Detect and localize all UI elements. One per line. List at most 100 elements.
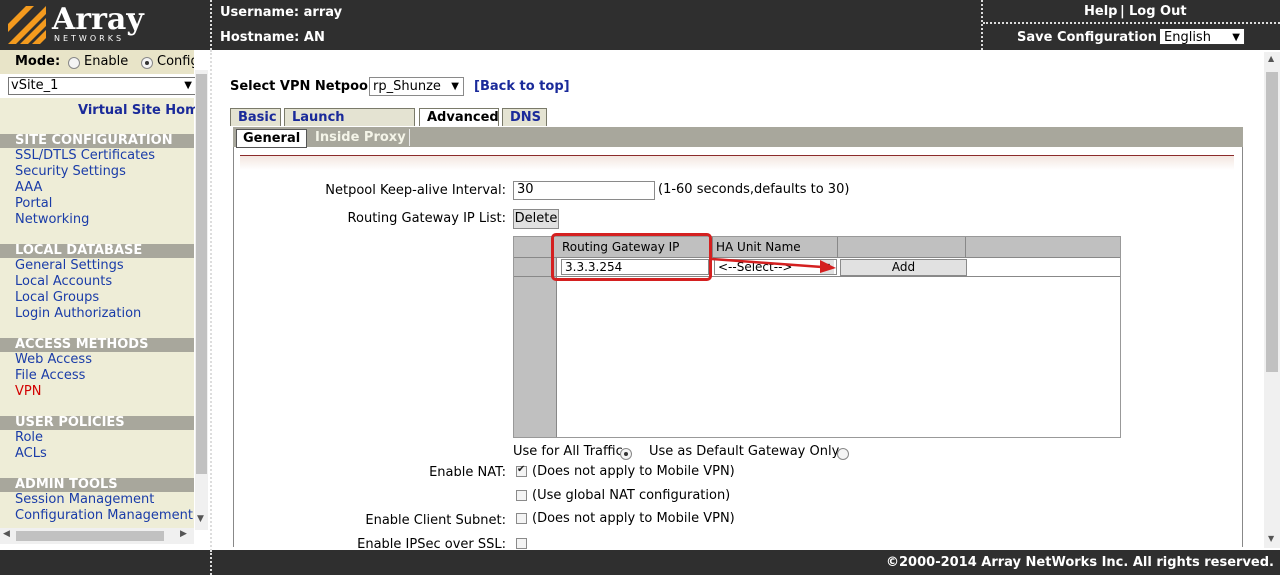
divider-gradient bbox=[240, 156, 1234, 170]
help-link[interactable]: Help bbox=[1084, 4, 1117, 19]
tab-advanced[interactable]: Advanced bbox=[419, 108, 499, 126]
gateway-list-label: Routing Gateway IP List: bbox=[347, 211, 506, 226]
divider bbox=[210, 550, 212, 575]
netpool-select[interactable]: rp_Shunze ▼ bbox=[369, 77, 464, 96]
client-subnet-note: (Does not apply to Mobile VPN) bbox=[532, 511, 735, 526]
menu-web-access[interactable]: Web Access bbox=[15, 352, 92, 368]
subtab-inside-proxy[interactable]: Inside Proxy bbox=[309, 129, 412, 146]
mode-enable-radio[interactable] bbox=[68, 55, 80, 70]
scroll-right-icon[interactable]: ▶ bbox=[180, 529, 187, 539]
use-default-gateway-radio[interactable] bbox=[837, 446, 849, 461]
menu-general-settings[interactable]: General Settings bbox=[15, 258, 124, 274]
array-logo-icon bbox=[8, 6, 46, 44]
language-value: English bbox=[1164, 30, 1211, 45]
dropdown-arrow-icon: ▼ bbox=[184, 80, 192, 91]
menu-local-accounts[interactable]: Local Accounts bbox=[15, 274, 112, 290]
client-subnet-label: Enable Client Subnet: bbox=[365, 513, 506, 528]
sidebar-horizontal-scrollbar[interactable]: ◀ ▶ bbox=[0, 528, 194, 544]
mode-label: Mode: bbox=[15, 54, 61, 69]
section-user-policies: USER POLICIES bbox=[0, 416, 194, 430]
section-site-configuration: SITE CONFIGURATION bbox=[0, 134, 194, 148]
main-vertical-scrollbar[interactable]: ▲ ▼ bbox=[1264, 52, 1280, 548]
menu-session-management[interactable]: Session Management bbox=[15, 492, 154, 508]
menu-login-authorization[interactable]: Login Authorization bbox=[15, 306, 141, 322]
grid-col-ha-label: HA Unit Name bbox=[716, 240, 801, 254]
subtab-general[interactable]: General bbox=[236, 129, 308, 148]
menu-ssl-certificates[interactable]: SSL/DTLS Certificates bbox=[15, 148, 155, 164]
grid-row-selector[interactable] bbox=[514, 258, 556, 277]
menu-local-groups[interactable]: Local Groups bbox=[15, 290, 99, 306]
netpool-label: Select VPN Netpool: bbox=[230, 79, 378, 94]
sidebar-vertical-scrollbar[interactable] bbox=[195, 70, 208, 530]
divider bbox=[210, 0, 212, 50]
scroll-thumb[interactable] bbox=[1266, 72, 1278, 372]
radio-icon bbox=[837, 447, 849, 460]
tab-basic[interactable]: Basic bbox=[230, 108, 281, 126]
client-subnet-checkbox[interactable] bbox=[516, 513, 527, 524]
scroll-up-icon[interactable]: ▲ bbox=[1268, 54, 1274, 63]
username-label: Username: array bbox=[220, 5, 343, 20]
tab-launch-command[interactable]: Launch Command bbox=[284, 108, 415, 143]
annotation-arrow-icon bbox=[711, 257, 836, 273]
section-access-methods: ACCESS METHODS bbox=[0, 338, 194, 352]
back-to-top-link[interactable]: [Back to top] bbox=[474, 79, 570, 94]
logout-link[interactable]: Log Out bbox=[1129, 4, 1187, 19]
divider bbox=[210, 50, 212, 575]
language-select[interactable]: English ▼ bbox=[1159, 28, 1245, 45]
vsite-value: vSite_1 bbox=[11, 78, 59, 93]
scroll-down-icon[interactable]: ▼ bbox=[197, 514, 204, 524]
scroll-thumb[interactable] bbox=[196, 74, 207, 474]
divider bbox=[983, 22, 1280, 24]
keepalive-input[interactable]: 30 bbox=[513, 181, 655, 200]
use-default-gateway-label: Use as Default Gateway Only bbox=[649, 444, 840, 459]
menu-vpn[interactable]: VPN bbox=[15, 384, 41, 400]
footer: ©2000-2014 Array NetWorks Inc. All right… bbox=[0, 550, 1280, 575]
use-all-traffic-radio[interactable] bbox=[620, 446, 632, 461]
nat-global-note: (Use global NAT configuration) bbox=[532, 488, 731, 503]
ipsec-checkbox[interactable] bbox=[516, 538, 527, 549]
nat-global-checkbox[interactable] bbox=[516, 490, 527, 501]
divider bbox=[409, 129, 410, 146]
add-button[interactable]: Add bbox=[840, 259, 967, 276]
radio-icon bbox=[68, 56, 80, 69]
mode-config-radio[interactable] bbox=[141, 55, 153, 70]
annotation-highlight-box bbox=[551, 233, 712, 281]
grid-col-action bbox=[838, 237, 966, 257]
hostname-label: Hostname: AN bbox=[220, 30, 325, 45]
radio-selected-icon bbox=[141, 56, 153, 69]
dropdown-arrow-icon: ▼ bbox=[1232, 32, 1240, 43]
use-all-traffic-label: Use for All Traffic bbox=[513, 444, 623, 459]
save-configuration-link[interactable]: Save Configuration bbox=[1017, 30, 1157, 45]
menu-acls[interactable]: ACLs bbox=[15, 446, 47, 462]
keepalive-label: Netpool Keep-alive Interval: bbox=[325, 183, 506, 198]
mode-enable-label: Enable bbox=[84, 54, 129, 69]
scroll-thumb[interactable] bbox=[16, 531, 164, 541]
enable-nat-checkbox[interactable] bbox=[516, 464, 527, 477]
keepalive-hint: (1-60 seconds,defaults to 30) bbox=[658, 182, 850, 197]
dropdown-arrow-icon: ▼ bbox=[451, 81, 459, 92]
vsite-select[interactable]: vSite_1 ▼ bbox=[8, 77, 196, 95]
delete-button[interactable]: Delete bbox=[513, 209, 559, 229]
menu-configuration-management[interactable]: Configuration Management bbox=[15, 508, 193, 524]
brand-sub: NETWORKS bbox=[54, 34, 125, 43]
netpool-value: rp_Shunze bbox=[373, 79, 441, 94]
divider bbox=[981, 0, 983, 50]
nat-mobile-note: (Does not apply to Mobile VPN) bbox=[532, 464, 735, 479]
virtual-site-home-link[interactable]: Virtual Site Home bbox=[78, 103, 207, 118]
scroll-down-icon[interactable]: ▼ bbox=[1268, 534, 1274, 543]
menu-networking[interactable]: Networking bbox=[15, 212, 89, 228]
mode-config-label: Config bbox=[157, 54, 194, 69]
array-logo: Array NETWORKS bbox=[6, 2, 146, 46]
brand-name: Array bbox=[52, 2, 144, 37]
menu-role[interactable]: Role bbox=[15, 430, 43, 446]
menu-security-settings[interactable]: Security Settings bbox=[15, 164, 126, 180]
mode-bar: Mode: Enable Config bbox=[0, 50, 194, 74]
tab-dns[interactable]: DNS bbox=[502, 108, 547, 126]
section-local-database: LOCAL DATABASE bbox=[0, 244, 194, 258]
menu-aaa[interactable]: AAA bbox=[15, 180, 42, 196]
menu-file-access[interactable]: File Access bbox=[15, 368, 85, 384]
enable-nat-label: Enable NAT: bbox=[429, 465, 506, 480]
menu-portal[interactable]: Portal bbox=[15, 196, 52, 212]
scroll-left-icon[interactable]: ◀ bbox=[3, 529, 10, 539]
radio-selected-icon bbox=[620, 447, 632, 460]
